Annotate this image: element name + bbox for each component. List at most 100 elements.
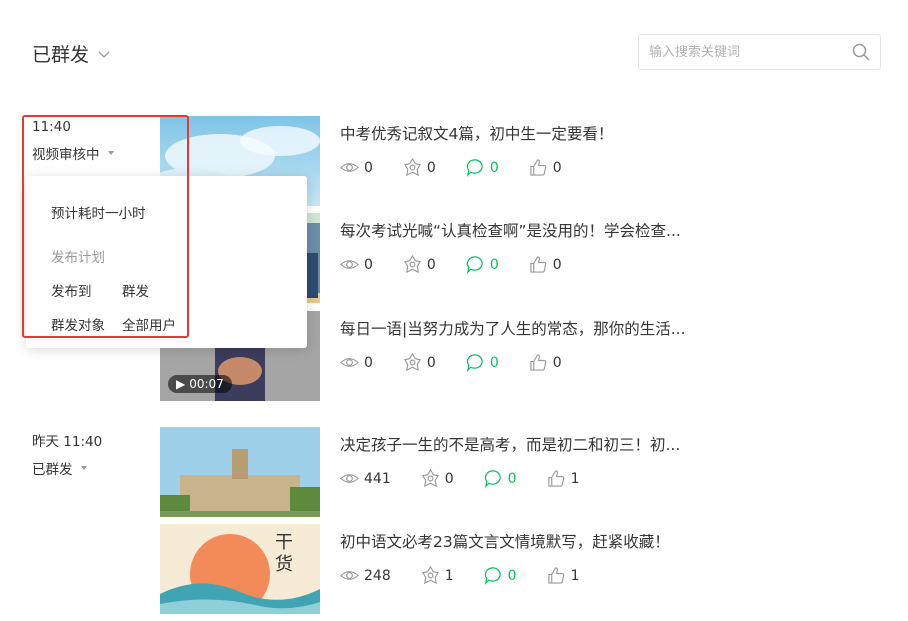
eye-icon — [340, 474, 359, 483]
share-icon — [421, 566, 439, 585]
view-stat: 0 — [340, 353, 373, 372]
publish-plan-popover: 预计耗时一小时 发布计划 发布到 群发 群发对象 全部用户 — [26, 176, 307, 348]
view-count: 441 — [364, 470, 391, 487]
comment-icon[interactable] — [484, 566, 503, 585]
school-building-image — [160, 427, 320, 517]
plan-label: 发布计划 — [51, 250, 105, 266]
article-stats: 441 0 0 1 — [340, 469, 680, 488]
view-count: 0 — [364, 256, 373, 273]
like-count: 0 — [552, 159, 562, 176]
share-stat: 1 — [421, 566, 454, 585]
view-stat: 0 — [340, 158, 373, 177]
share-count: 0 — [426, 354, 436, 371]
publish-to-label: 发布到 — [51, 284, 92, 300]
article-info: 每日一语|当努力成为了人生的常态，那你的生活... 0 0 0 0 — [340, 311, 686, 401]
caret-down-icon[interactable] — [80, 466, 87, 470]
thumbs-up-icon — [530, 354, 547, 371]
article-thumbnail[interactable]: 干货 — [160, 524, 320, 614]
eye-icon — [340, 571, 359, 580]
article-title[interactable]: 每日一语|当努力成为了人生的常态，那你的生活... — [340, 317, 686, 339]
status-label[interactable]: 已群发 — [32, 458, 73, 478]
article-stats: 248 1 0 1 — [340, 566, 670, 585]
comment-icon[interactable] — [466, 255, 485, 274]
send-time: 11:40 — [32, 119, 71, 135]
article-title[interactable]: 初中语文必考23篇文言文情境默写，赶紧收藏！ — [340, 530, 670, 552]
comment-count[interactable]: 0 — [490, 355, 499, 371]
video-duration-badge: ▶ 00:07 — [168, 375, 232, 393]
publish-to-value: 群发 — [122, 284, 149, 300]
share-icon — [403, 255, 421, 274]
comment-count[interactable]: 0 — [508, 471, 517, 487]
article-row[interactable]: 决定孩子一生的不是高考，而是初二和初三！初... 441 0 0 1 — [160, 427, 880, 517]
comment-stat[interactable]: 0 — [466, 255, 499, 274]
video-duration: 00:07 — [189, 377, 224, 391]
target-label: 群发对象 — [51, 318, 105, 334]
like-stat: 0 — [529, 353, 562, 372]
like-count: 0 — [552, 354, 562, 371]
comment-icon[interactable] — [484, 469, 503, 488]
comment-stat[interactable]: 0 — [484, 566, 517, 585]
status-dropdown[interactable]: 视频审核中 — [32, 143, 114, 163]
group-meta: 昨天 11:40 已群发 — [32, 430, 102, 478]
article-info: 决定孩子一生的不是高考，而是初二和初三！初... 441 0 0 1 — [340, 427, 680, 517]
article-info: 每次考试光喊“认真检查啊”是没用的！学会检查... 0 0 0 0 — [340, 213, 681, 303]
search-box[interactable] — [638, 34, 881, 70]
comment-count[interactable]: 0 — [508, 568, 517, 584]
share-count: 0 — [426, 159, 436, 176]
status-dropdown[interactable]: 已群发 — [32, 458, 102, 478]
comment-icon[interactable] — [466, 353, 485, 372]
comment-count[interactable]: 0 — [490, 160, 499, 176]
thumbs-up-icon — [530, 256, 547, 273]
eye-icon — [340, 260, 359, 269]
view-count: 0 — [364, 159, 373, 176]
share-icon — [403, 353, 421, 372]
share-stat: 0 — [421, 469, 454, 488]
share-stat: 0 — [403, 158, 436, 177]
comment-stat[interactable]: 0 — [484, 469, 517, 488]
article-thumbnail[interactable] — [160, 427, 320, 517]
caret-down-icon[interactable] — [107, 151, 114, 155]
share-stat: 0 — [403, 255, 436, 274]
eye-icon — [340, 163, 359, 172]
page-title[interactable]: 已群发 — [32, 40, 89, 67]
group-meta: 11:40 视频审核中 — [32, 119, 114, 163]
view-stat: 441 — [340, 469, 391, 488]
share-count: 0 — [444, 470, 454, 487]
share-count: 1 — [444, 567, 454, 584]
article-title[interactable]: 每次考试光喊“认真检查啊”是没用的！学会检查... — [340, 219, 681, 241]
like-stat: 0 — [529, 255, 562, 274]
like-count: 0 — [552, 256, 562, 273]
view-count: 0 — [364, 354, 373, 371]
eye-icon — [340, 358, 359, 367]
share-stat: 0 — [403, 353, 436, 372]
search-input[interactable] — [649, 44, 852, 60]
chevron-down-icon[interactable] — [97, 47, 111, 61]
target-row: 群发对象 全部用户 — [51, 314, 307, 334]
like-stat: 0 — [529, 158, 562, 177]
article-stats: 0 0 0 0 — [340, 353, 686, 372]
article-stats: 0 0 0 0 — [340, 158, 613, 177]
like-stat: 1 — [547, 469, 580, 488]
view-stat: 0 — [340, 255, 373, 274]
comment-icon[interactable] — [466, 158, 485, 177]
article-title[interactable]: 中考优秀记叙文4篇，初中生一定要看！ — [340, 122, 613, 144]
publish-to-row: 发布到 群发 — [51, 280, 307, 300]
article-title[interactable]: 决定孩子一生的不是高考，而是初二和初三！初... — [340, 433, 680, 455]
article-info: 中考优秀记叙文4篇，初中生一定要看！ 0 0 0 0 — [340, 116, 613, 206]
thumbs-up-icon — [530, 159, 547, 176]
thumbs-up-icon — [547, 470, 564, 487]
comment-count[interactable]: 0 — [490, 257, 499, 273]
like-stat: 1 — [547, 566, 580, 585]
send-time: 昨天 11:40 — [32, 434, 103, 450]
view-count: 248 — [364, 567, 391, 584]
thumb-badge: 干货 — [275, 532, 293, 575]
share-icon — [421, 469, 439, 488]
article-row[interactable]: 干货 初中语文必考23篇文言文情境默写，赶紧收藏！ 248 1 0 1 — [160, 524, 880, 614]
comment-stat[interactable]: 0 — [466, 158, 499, 177]
header[interactable]: 已群发 — [32, 40, 111, 67]
like-count: 1 — [570, 567, 580, 584]
comment-stat[interactable]: 0 — [466, 353, 499, 372]
search-icon[interactable] — [852, 43, 870, 61]
status-label[interactable]: 视频审核中 — [32, 143, 100, 163]
share-icon — [403, 158, 421, 177]
